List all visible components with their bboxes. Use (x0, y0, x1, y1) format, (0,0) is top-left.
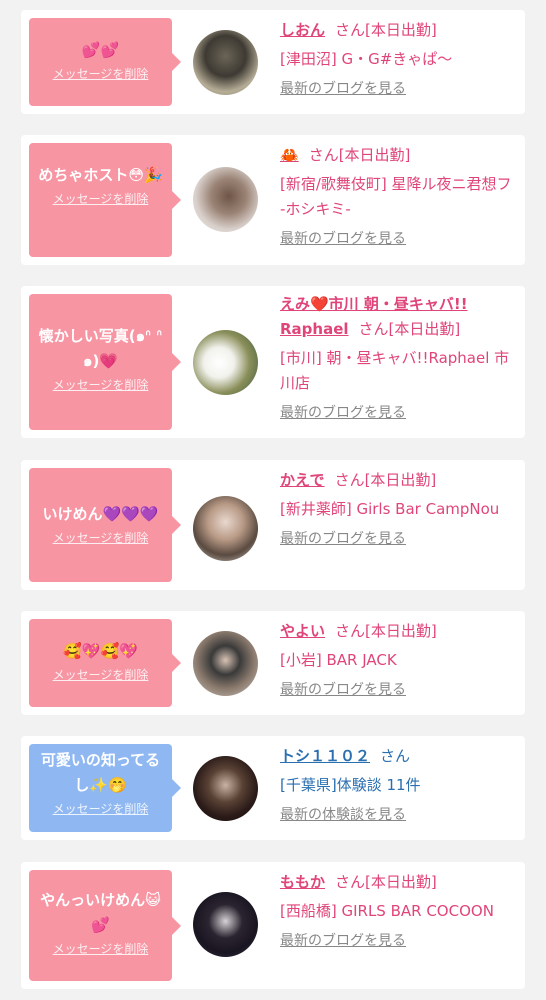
shop-info: [新井薬師] Girls Bar CampNou (280, 500, 500, 518)
profile-name-link[interactable]: ももか (280, 873, 325, 891)
message-bubble: 懐かしい写真(๑ᐢ ᐢ๑)💗 メッセージを削除 (29, 294, 181, 430)
latest-blog-link[interactable]: 最新のブログを見る (280, 228, 520, 248)
message-card: 可愛いの知ってるし✨🤭 メッセージを削除 トシ１１０２ さん [千葉県]体験談 1… (21, 736, 525, 840)
message-bubble: やんっいけめん😺💕 メッセージを削除 (29, 870, 181, 981)
profile-name-link[interactable]: かえで (280, 471, 325, 489)
message-bubble: いけめん💜💜💜 メッセージを削除 (29, 468, 181, 582)
status-label: さん[本日出勤] (308, 146, 411, 164)
delete-message-link[interactable]: メッセージを削除 (35, 800, 166, 817)
profile-name-link[interactable]: トシ１１０２ (280, 747, 370, 765)
message-text: めちゃホスト😳🎉 (38, 166, 163, 184)
shop-info: [千葉県]体験談 11件 (280, 776, 421, 794)
message-card: やんっいけめん😺💕 メッセージを削除 ももか さん[本日出勤] [西船橋] GIR… (21, 862, 525, 989)
message-bubble: 💕💕 メッセージを削除 (29, 18, 181, 106)
message-text: いけめん💜💜💜 (42, 505, 159, 523)
delete-message-link[interactable]: メッセージを削除 (35, 65, 166, 82)
profile-name-link[interactable]: しおん (280, 21, 325, 39)
delete-message-link[interactable]: メッセージを削除 (35, 529, 166, 546)
status-label: さん[本日出勤] (335, 622, 437, 640)
message-card: めちゃホスト😳🎉 メッセージを削除 🦀 さん[本日出勤] [新宿/歌舞伎町] 星降… (21, 135, 525, 265)
shop-info: [市川] 朝・昼キャバ!!Raphael 市川店 (280, 349, 510, 392)
status-label: さん[本日出勤] (358, 320, 461, 338)
message-bubble: めちゃホスト😳🎉 メッセージを削除 (29, 143, 181, 257)
latest-blog-link[interactable]: 最新のブログを見る (280, 679, 520, 699)
latest-blog-link[interactable]: 最新のブログを見る (280, 402, 520, 422)
delete-message-link[interactable]: メッセージを削除 (35, 190, 166, 207)
latest-experience-link[interactable]: 最新の体験談を見る (280, 804, 520, 824)
latest-blog-link[interactable]: 最新のブログを見る (280, 528, 520, 548)
shop-info: [西船橋] GIRLS BAR COCOON (280, 902, 494, 920)
delete-message-link[interactable]: メッセージを削除 (35, 666, 166, 683)
status-label: さん (380, 747, 411, 765)
avatar[interactable] (193, 167, 258, 232)
profile-name-link[interactable]: やよい (280, 622, 325, 640)
message-bubble: 🥰💖🥰💖 メッセージを削除 (29, 619, 181, 707)
message-card: いけめん💜💜💜 メッセージを削除 かえで さん[本日出勤] [新井薬師] Girl… (21, 460, 525, 590)
status-label: さん[本日出勤] (335, 21, 437, 39)
delete-message-link[interactable]: メッセージを削除 (35, 376, 166, 393)
delete-message-link[interactable]: メッセージを削除 (35, 940, 166, 957)
status-label: さん[本日出勤] (334, 471, 437, 489)
avatar[interactable] (193, 330, 258, 395)
message-card: 🥰💖🥰💖 メッセージを削除 やよい さん[本日出勤] [小岩] BAR JACK … (21, 611, 525, 715)
message-text: 💕💕 (81, 41, 120, 59)
latest-blog-link[interactable]: 最新のブログを見る (280, 78, 520, 98)
latest-blog-link[interactable]: 最新のブログを見る (280, 930, 520, 950)
message-bubble: 可愛いの知ってるし✨🤭 メッセージを削除 (29, 744, 181, 832)
avatar[interactable] (193, 496, 258, 561)
profile-name-link[interactable]: 🦀 (280, 146, 299, 164)
message-text: やんっいけめん😺💕 (40, 891, 161, 934)
message-text: 懐かしい写真(๑ᐢ ᐢ๑)💗 (38, 327, 163, 370)
shop-info: [小岩] BAR JACK (280, 651, 397, 669)
avatar[interactable] (193, 631, 258, 696)
avatar[interactable] (193, 30, 258, 95)
message-card: 懐かしい写真(๑ᐢ ᐢ๑)💗 メッセージを削除 えみ❤️市川 朝・昼キャバ!! … (21, 286, 525, 438)
shop-info: [津田沼] G・G#きゃぱ〜 (280, 50, 453, 68)
status-label: さん[本日出勤] (335, 873, 437, 891)
shop-info: [新宿/歌舞伎町] 星降ル夜ニ君想フ -ホシキミ- (280, 175, 512, 218)
message-card: 💕💕 メッセージを削除 しおん さん[本日出勤] [津田沼] G・G#きゃぱ〜 最… (21, 10, 525, 114)
avatar[interactable] (193, 756, 258, 821)
message-text: 可愛いの知ってるし✨🤭 (40, 751, 161, 794)
avatar[interactable] (193, 892, 258, 957)
message-text: 🥰💖🥰💖 (63, 642, 138, 660)
